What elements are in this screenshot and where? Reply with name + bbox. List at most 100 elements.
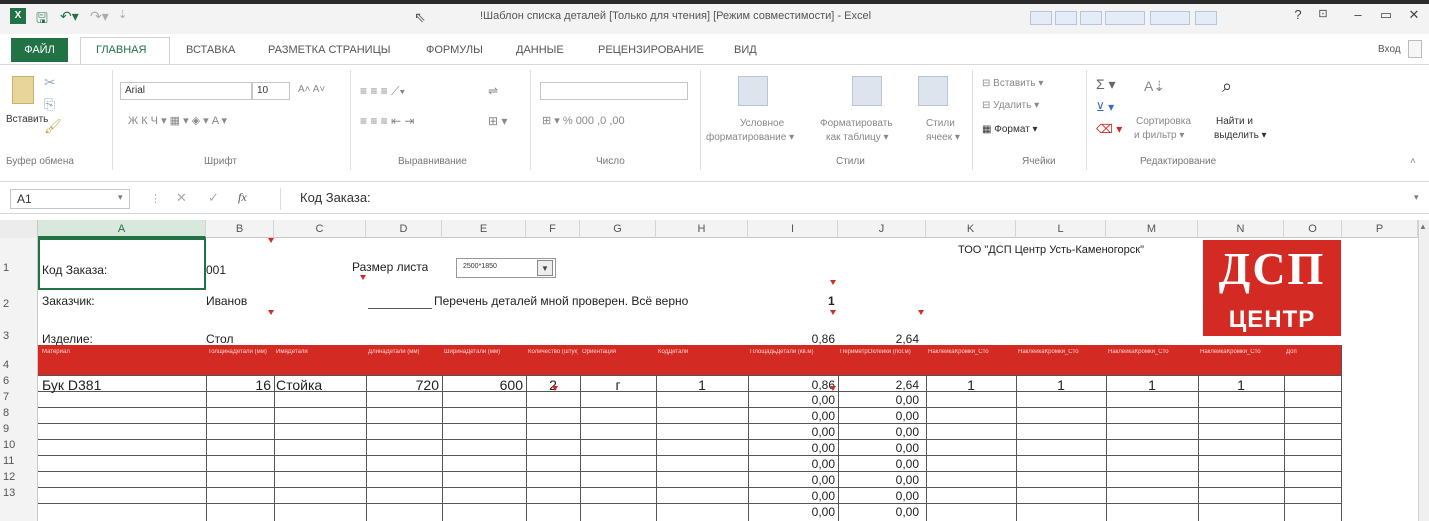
customize-quick-access-icon[interactable]: ⇣ (118, 8, 127, 21)
row-header-11[interactable]: 11 (0, 455, 38, 471)
scroll-up-icon[interactable]: ▲ (1419, 222, 1427, 231)
cell-area[interactable]: 0,00 (748, 425, 838, 439)
merge-center-icon[interactable]: ⊞ ▾ (488, 114, 507, 128)
column-header-j[interactable]: J (838, 220, 926, 238)
cell-length[interactable]: 720 (366, 377, 442, 393)
sort-filter-line1[interactable]: Сортировка (1136, 116, 1191, 127)
column-header-n[interactable]: N (1198, 220, 1284, 238)
collapse-ribbon-icon[interactable]: ˄ (1410, 156, 1416, 167)
save-icon[interactable]: 🖫 (36, 8, 48, 32)
cell-perimeter[interactable]: 0,00 (838, 441, 922, 455)
fill-icon[interactable]: ⊻ ▾ (1096, 100, 1114, 114)
undo-icon[interactable]: ↶▾ (60, 8, 79, 25)
cell-styles-line1[interactable]: Стили (926, 118, 955, 129)
find-select-line1[interactable]: Найти и (1216, 116, 1253, 127)
ribbon-options-icon[interactable]: ⊡ (1305, 7, 1341, 25)
column-header-c[interactable]: C (274, 220, 366, 238)
column-header-l[interactable]: L (1016, 220, 1106, 238)
redo-icon[interactable]: ↷▾ (90, 8, 109, 25)
close-button[interactable]: ✕ (1396, 7, 1429, 25)
dropdown-arrow-icon[interactable]: ▼ (537, 260, 553, 276)
vertical-align-icons[interactable]: ≡ ≡ ≡ ⟋▾ (360, 84, 405, 99)
row-header-12[interactable]: 12 (0, 471, 38, 487)
tab-review[interactable]: РЕЦЕНЗИРОВАНИЕ (598, 44, 704, 56)
insert-cells-button[interactable]: ⊟ Вставить ▾ (982, 78, 1043, 89)
row-header-10[interactable]: 10 (0, 439, 38, 455)
column-header-e[interactable]: E (442, 220, 526, 238)
cell-edge-3[interactable]: 1 (1106, 377, 1198, 393)
cell-area[interactable]: 0,00 (748, 409, 838, 423)
bold-italic-underline-icons[interactable]: Ж К Ч ▾ ▦ ▾ ◈ ▾ A ▾ (128, 114, 227, 127)
account-icon[interactable] (1408, 40, 1422, 58)
format-as-table-line1[interactable]: Форматировать (820, 118, 893, 129)
find-select-line2[interactable]: выделить ▾ (1214, 130, 1267, 141)
column-header-f[interactable]: F (526, 220, 580, 238)
tab-formulas[interactable]: ФОРМУЛЫ (426, 44, 483, 56)
format-painter-icon[interactable]: 🖌 (44, 118, 62, 135)
column-header-i[interactable]: I (748, 220, 838, 238)
share-icon[interactable] (1055, 11, 1077, 25)
column-header-d[interactable]: D (366, 220, 442, 238)
column-header-p[interactable]: P (1342, 220, 1418, 238)
vertical-scrollbar[interactable]: ▲ (1418, 220, 1429, 521)
column-header-a[interactable]: A (38, 220, 206, 238)
tab-home[interactable]: ГЛАВНАЯ (96, 44, 146, 56)
cell-perimeter[interactable]: 0,00 (838, 457, 922, 471)
cell-part-code[interactable]: 1 (656, 377, 748, 393)
customer-value[interactable]: Иванов (206, 294, 247, 308)
row-header-1[interactable]: 1 (0, 238, 38, 290)
sheet-size-dropdown[interactable]: 2500*1850 ▼ (456, 258, 556, 278)
font-name-combo[interactable]: Arial (120, 82, 252, 100)
sign-in-link[interactable]: Вход (1378, 44, 1401, 55)
cell-perimeter[interactable]: 0,00 (838, 393, 922, 407)
layout-icon[interactable] (1105, 11, 1145, 25)
checked-value[interactable]: 1 (828, 294, 835, 308)
cell-perimeter[interactable]: 0,00 (838, 409, 922, 423)
cell-edge-2[interactable]: 1 (1016, 377, 1106, 393)
conditional-format-line2[interactable]: форматирование ▾ (706, 132, 794, 143)
tab-data[interactable]: ДАННЫЕ (516, 44, 564, 56)
column-header-m[interactable]: M (1106, 220, 1198, 238)
find-binoculars-icon[interactable]: ⌕ (1222, 76, 1232, 97)
number-format-icons[interactable]: ⊞ ▾ % 000 ,0 ,00 (542, 114, 625, 127)
view-icon[interactable] (1080, 11, 1102, 25)
tab-file[interactable]: ФАЙЛ (11, 38, 68, 62)
cell-thickness[interactable]: 16 (206, 377, 274, 393)
expand-formula-bar-icon[interactable]: ▾ (1414, 192, 1419, 203)
copy-icon[interactable]: ⎘ (44, 96, 55, 113)
row-header-13[interactable]: 13 (0, 487, 38, 521)
cell-styles-line2[interactable]: ячеек ▾ (926, 132, 960, 143)
conditional-format-icon[interactable] (738, 76, 768, 106)
sort-filter-line2[interactable]: и фильтр ▾ (1134, 130, 1184, 141)
cut-icon[interactable]: ✂ (44, 74, 56, 91)
cell-edge-1[interactable]: 1 (926, 377, 1016, 393)
paste-button[interactable]: Вставить (6, 114, 48, 125)
format-as-table-icon[interactable] (852, 76, 882, 106)
cell-part-name[interactable]: Стойка (276, 377, 322, 393)
cell-area[interactable]: 0,00 (748, 473, 838, 487)
cell-orientation[interactable]: г (580, 377, 656, 393)
row-header-2[interactable]: 2 (0, 290, 38, 320)
order-code-value[interactable]: 001 (206, 263, 226, 277)
tab-page-layout[interactable]: РАЗМЕТКА СТРАНИЦЫ (268, 44, 390, 56)
cell-area[interactable]: 0,00 (748, 489, 838, 503)
row-header-3[interactable]: 3 (0, 320, 38, 345)
column-header-b[interactable]: B (206, 220, 274, 238)
number-format-combo[interactable] (540, 82, 688, 100)
paste-icon[interactable] (12, 76, 34, 104)
name-box-dropdown-icon[interactable]: ▾ (118, 192, 123, 203)
formula-input[interactable]: Код Заказа: (290, 189, 1400, 209)
format-cells-button[interactable]: ▦ Формат ▾ (982, 124, 1038, 135)
format-as-table-line2[interactable]: как таблицу ▾ (826, 132, 889, 143)
cell-material[interactable]: Бук D381 (42, 377, 101, 393)
autosum-icon[interactable]: Σ ▾ (1096, 76, 1116, 93)
clear-icon[interactable]: ⌫ ▾ (1096, 122, 1122, 136)
cell-width[interactable]: 600 (442, 377, 526, 393)
column-header-h[interactable]: H (656, 220, 748, 238)
column-header-g[interactable]: G (580, 220, 656, 238)
cell-edge-4[interactable]: 1 (1198, 377, 1284, 393)
insert-function-icon[interactable]: fx (238, 190, 247, 205)
cell-perimeter[interactable]: 0,00 (838, 425, 922, 439)
product-value[interactable]: Стол (206, 332, 233, 346)
row-header-6[interactable]: 6 (0, 375, 38, 391)
